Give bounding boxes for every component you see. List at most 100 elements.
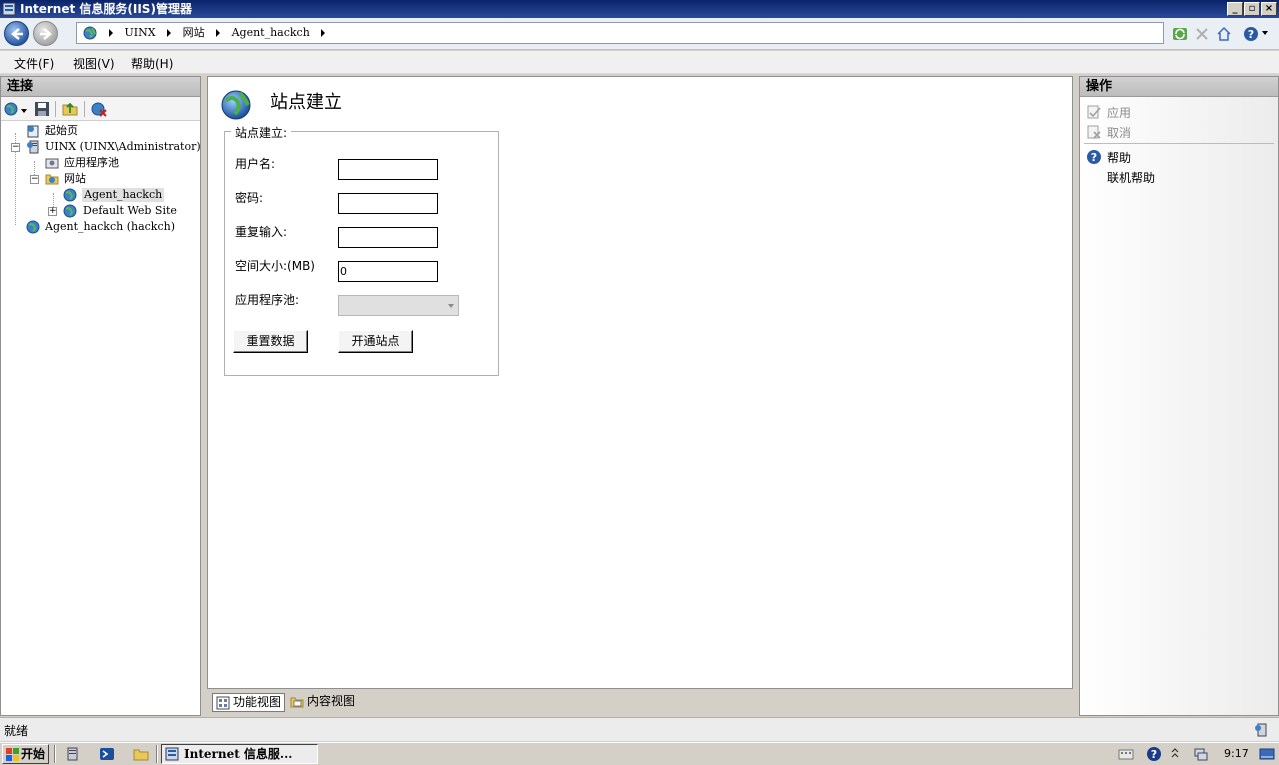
tree-item-start-page[interactable]: 起始页 — [45, 124, 78, 138]
navigation-bar: UINX 网站 Agent_hackch ? — [0, 18, 1279, 50]
tab-content-label: 内容视图 — [307, 694, 356, 708]
arrow-left-icon — [11, 28, 23, 40]
clock: 9:17 — [1224, 747, 1249, 760]
feature-view-panel: 站点建立 站点建立: 用户名: 密码: 重复输入: 空间大小:(MB) 应用程序… — [207, 76, 1073, 689]
password-input[interactable] — [338, 193, 438, 214]
menu-view[interactable]: 视图(V) — [73, 55, 115, 72]
content-view-icon — [290, 697, 304, 708]
apply-action[interactable]: 应用 — [1107, 104, 1131, 121]
tree-item-default-site[interactable]: Default Web Site — [83, 204, 177, 218]
website-globe-icon — [63, 204, 77, 218]
status-text: 就绪 — [4, 724, 29, 738]
connection-globe-icon — [26, 220, 40, 234]
open-site-button[interactable]: 开通站点 — [338, 330, 413, 353]
app-pool-icon — [45, 158, 59, 169]
tray-expand-icon[interactable] — [1170, 746, 1180, 762]
password-label: 密码: — [235, 191, 264, 205]
tab-features-view[interactable]: 功能视图 — [212, 693, 286, 712]
breadcrumb-separator-icon — [167, 29, 172, 37]
close-button[interactable]: × — [1261, 2, 1277, 16]
svg-text:?: ? — [1248, 28, 1254, 41]
help-action[interactable]: 帮助 — [1107, 149, 1131, 166]
repeat-password-input[interactable] — [338, 227, 438, 248]
tree-item-app-pools[interactable]: 应用程序池 — [64, 156, 119, 170]
app-pool-select[interactable] — [338, 295, 459, 316]
taskbar-item-iis[interactable]: Internet 信息服... — [161, 744, 318, 764]
chevron-down-icon — [448, 304, 454, 308]
connections-panel: 连接 起始页 − UINX (UINX\Administrator) 应用程序池 — [0, 76, 201, 716]
actions-header: 操作 — [1080, 77, 1278, 97]
site-create-group: 站点建立: 用户名: 密码: 重复输入: 空间大小:(MB) 应用程序池: 重置… — [224, 124, 499, 376]
address-bar[interactable]: UINX 网站 Agent_hackch — [76, 22, 1164, 44]
breadcrumb-sites[interactable]: 网站 — [183, 26, 205, 39]
collapse-icon[interactable]: − — [30, 175, 39, 184]
network-icon[interactable] — [1193, 746, 1209, 762]
breadcrumb-server[interactable]: UINX — [125, 26, 156, 39]
start-page-icon — [27, 125, 39, 138]
expand-icon[interactable]: + — [48, 207, 57, 216]
keyboard-icon[interactable] — [1118, 746, 1134, 762]
iis-app-icon — [165, 747, 179, 761]
taskbar-separator — [156, 745, 158, 763]
help-icon[interactable]: ? — [1146, 746, 1162, 762]
connections-header: 连接 — [1, 77, 200, 97]
start-button[interactable]: 开始 — [2, 744, 49, 764]
space-size-input[interactable] — [338, 261, 438, 282]
forward-button[interactable] — [33, 21, 58, 46]
server-manager-icon[interactable] — [65, 746, 81, 762]
powershell-icon[interactable] — [99, 746, 115, 762]
refresh-icon[interactable] — [1172, 26, 1188, 42]
server-icon — [27, 140, 39, 154]
website-globe-icon — [63, 188, 77, 202]
tree-item-sites[interactable]: 网站 — [64, 172, 86, 186]
tree-item-agent-connection[interactable]: Agent_hackch (hackch) — [45, 220, 175, 234]
menu-help[interactable]: 帮助(H) — [131, 55, 173, 72]
page-title: 站点建立 — [270, 92, 342, 113]
back-button[interactable] — [4, 21, 29, 46]
actions-separator — [1084, 143, 1274, 144]
start-label: 开始 — [21, 747, 46, 761]
restore-button[interactable]: ▫ — [1244, 2, 1260, 16]
chevron-down-icon[interactable] — [1262, 31, 1268, 35]
breadcrumb-separator-icon — [321, 29, 326, 37]
site-globe-icon — [221, 90, 251, 120]
username-label: 用户名: — [235, 157, 276, 171]
cancel-action[interactable]: 取消 — [1107, 124, 1131, 141]
sites-folder-icon — [45, 174, 59, 185]
breadcrumb-site[interactable]: Agent_hackch — [232, 26, 310, 39]
features-view-icon — [216, 696, 230, 710]
online-help-action[interactable]: 联机帮助 — [1107, 169, 1155, 186]
stop-icon[interactable] — [1194, 26, 1210, 42]
username-input[interactable] — [338, 159, 438, 180]
connect-globe-icon[interactable] — [4, 101, 20, 117]
menu-file[interactable]: 文件(F) — [14, 55, 54, 72]
home-icon[interactable] — [1216, 26, 1232, 42]
save-icon[interactable] — [34, 101, 50, 117]
taskbar: 开始 Internet 信息服... ? 9:17 — [0, 742, 1279, 765]
folder-up-icon[interactable] — [62, 101, 78, 117]
tree-item-site-agent[interactable]: Agent_hackch — [82, 188, 165, 202]
apply-icon — [1087, 105, 1101, 119]
minimize-button[interactable]: _ — [1227, 2, 1243, 16]
cancel-icon — [1087, 125, 1101, 139]
arrow-right-icon — [40, 28, 52, 40]
breadcrumb-separator-icon — [109, 29, 113, 37]
globe-icon — [83, 26, 97, 40]
actions-panel: 操作 应用 取消 ? 帮助 联机帮助 — [1079, 76, 1279, 716]
group-legend: 站点建立: — [231, 124, 292, 141]
reset-button[interactable]: 重置数据 — [233, 330, 308, 353]
tab-content-view[interactable]: 内容视图 — [287, 693, 358, 712]
app-pool-label: 应用程序池: — [235, 293, 300, 307]
help-icon: ? — [1087, 150, 1101, 164]
toolbar-separator — [84, 101, 85, 117]
status-bar: 就绪 — [0, 717, 1279, 741]
show-desktop-icon[interactable] — [1259, 746, 1275, 762]
collapse-icon[interactable]: − — [11, 143, 20, 152]
chevron-down-icon[interactable] — [21, 109, 27, 113]
disconnect-icon[interactable] — [91, 101, 107, 117]
iis-app-icon — [2, 2, 16, 16]
help-icon[interactable]: ? — [1243, 26, 1259, 42]
explorer-folder-icon[interactable] — [133, 746, 149, 762]
tree-item-server[interactable]: UINX (UINX\Administrator) — [45, 140, 201, 154]
space-size-label: 空间大小:(MB) — [235, 259, 315, 273]
